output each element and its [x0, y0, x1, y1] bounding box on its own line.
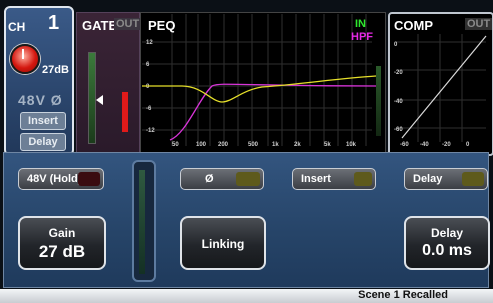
phantom-power-indicator [78, 172, 100, 186]
linking-button[interactable]: Linking [180, 216, 266, 270]
peq-y-tick: -6 [146, 106, 152, 112]
input-level-meter [139, 170, 145, 274]
peq-x-tick: 10k [346, 142, 357, 148]
gate-out-label: OUT [114, 18, 142, 30]
phantom-power-label: 48V (Hold) [27, 173, 82, 185]
delay-time-button[interactable]: Delay 0.0 ms [404, 216, 490, 270]
peq-x-tick: 100 [196, 142, 207, 148]
comp-transfer-curve [401, 35, 487, 139]
peq-x-tick: 200 [218, 142, 229, 148]
peq-title: PEQ [148, 18, 176, 33]
comp-x-tick: 0 [466, 142, 470, 148]
peq-hpf-indicator: HPF [351, 31, 373, 43]
status-text: Scene 1 Recalled [358, 289, 448, 301]
gate-title: GATE [82, 18, 118, 33]
channel-insert-button[interactable]: Insert [20, 112, 66, 130]
peq-x-tick: 2k [294, 142, 301, 148]
comp-y-tick: -60 [394, 127, 403, 133]
peq-x-tick: 1k [272, 142, 279, 148]
peq-y-tick: -12 [146, 128, 155, 134]
peq-x-tick: 500 [248, 142, 259, 148]
linking-label: Linking [201, 237, 245, 251]
gate-reduction-meter [122, 92, 128, 132]
phase-label: Ø [205, 173, 214, 185]
channel-label: CH [8, 20, 26, 34]
insert-indicator [354, 172, 372, 186]
peq-x-tick: 5k [324, 142, 331, 148]
comp-graph: 0 -20 -40 -60 -60 -40 -20 0 [394, 34, 487, 148]
gain-knob-value: 27dB [42, 64, 69, 76]
channel-delay-button[interactable]: Delay [20, 133, 66, 151]
gain-title: Gain [48, 226, 76, 240]
peq-y-tick: 6 [146, 62, 150, 68]
comp-x-tick: -40 [420, 142, 429, 148]
peq-graph: 12 6 0 -6 -12 50 100 200 500 1k 2k 5k 10… [142, 14, 377, 148]
phase-indicator [236, 172, 260, 186]
phase-button[interactable]: Ø [180, 168, 264, 190]
comp-title: COMP [394, 18, 433, 33]
gate-level-meter [88, 52, 96, 144]
delay-button[interactable]: Delay [404, 168, 488, 190]
gain-knob-pointer [22, 49, 24, 59]
peq-level-meter [376, 66, 381, 136]
comp-x-tick: -20 [442, 142, 451, 148]
comp-y-tick: -20 [394, 70, 403, 76]
comp-x-tick: -60 [400, 142, 409, 148]
peq-y-tick: 0 [146, 84, 150, 90]
phantom-power-button[interactable]: 48V (Hold) [18, 168, 104, 190]
gate-threshold-arrow-icon [96, 95, 103, 105]
delay-time-title: Delay [430, 226, 464, 240]
peq-y-tick: 12 [146, 40, 153, 46]
comp-y-tick: 0 [394, 42, 398, 48]
channel-number: 1 [48, 12, 60, 34]
peq-x-tick: 50 [172, 142, 179, 148]
delay-time-value: 0.0 ms [422, 242, 472, 259]
gain-value: 27 dB [38, 242, 86, 261]
delay-label: Delay [413, 173, 443, 185]
gain-button[interactable]: Gain 27 dB [18, 216, 106, 270]
peq-eq-curve [142, 75, 377, 103]
phantom-phase-indicator: 48V Ø [18, 92, 63, 108]
insert-label: Insert [301, 173, 331, 185]
comp-y-tick: -40 [394, 99, 403, 105]
gain-knob[interactable] [10, 44, 40, 74]
peq-in-indicator: IN [355, 18, 366, 30]
peq-hpf-curve [169, 83, 377, 141]
insert-button[interactable]: Insert [292, 168, 376, 190]
gate-panel[interactable] [76, 12, 140, 154]
comp-out-label: OUT [465, 18, 493, 30]
delay-indicator [462, 172, 484, 186]
